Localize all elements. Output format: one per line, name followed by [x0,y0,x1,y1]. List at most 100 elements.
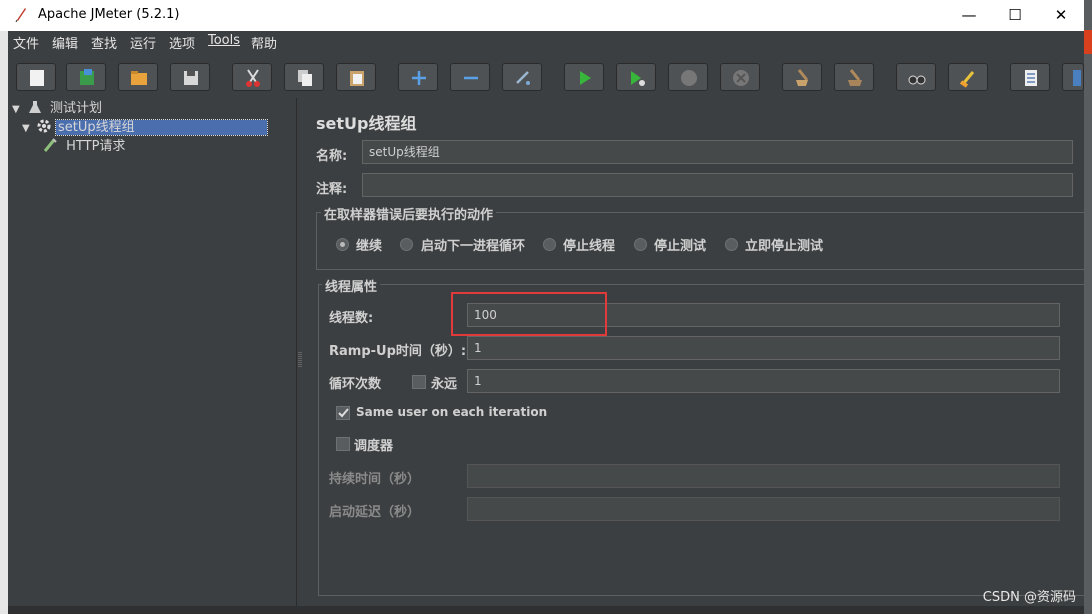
open-icon [131,71,147,85]
radio-stop-thread[interactable] [543,238,556,251]
pipette-icon [43,138,57,152]
search-button[interactable] [896,63,936,91]
background-window-edge [0,31,8,614]
bottom-edge [8,606,1084,614]
panel-title: setUp线程组 [316,114,417,133]
help-button[interactable] [1062,63,1084,91]
reset-search-icon [959,71,975,88]
comment-input[interactable] [362,173,1073,197]
scheduler-label[interactable]: 调度器 [354,435,393,454]
window-title: Apache JMeter (5.2.1) [38,7,180,22]
menu-help[interactable]: 帮助 [251,33,277,52]
tree-node-test-plan[interactable]: ▼ 测试计划 [12,99,102,118]
menu-search[interactable]: 查找 [91,33,117,52]
clear-button[interactable] [782,63,822,91]
shutdown-button[interactable] [720,63,760,91]
radio-continue[interactable] [336,238,349,251]
templates-button[interactable] [66,63,106,91]
clear-all-icon [848,69,862,86]
same-user-checkbox[interactable] [336,406,350,420]
error-action-title: 在取样器错误后要执行的动作 [321,204,497,223]
csdn-watermark: CSDN @资源码 [982,590,1076,605]
expand-icon [412,71,426,85]
scheduler-checkbox[interactable] [336,437,350,451]
menu-edit[interactable]: 编辑 [52,33,78,52]
start-no-pauses-button[interactable] [616,63,656,91]
shutdown-icon [733,70,749,86]
loop-count-label: 循环次数 [329,377,382,392]
startup-delay-label: 启动延迟（秒） [329,505,421,520]
toggle-button[interactable] [502,63,542,91]
rampup-label: Ramp-Up时间（秒）: [329,344,467,359]
open-button[interactable] [118,63,158,91]
search-icon [908,75,926,85]
radio-stop-test-now[interactable] [725,238,738,251]
copy-button[interactable] [284,63,324,91]
cut-button[interactable] [232,63,272,91]
startup-delay-input[interactable] [467,497,1060,521]
clear-all-button[interactable] [834,63,874,91]
thread-group-panel: setUp线程组 名称: setUp线程组 注释: 在取样器错误后要执行的动作 … [305,98,1085,606]
rampup-input[interactable]: 1 [467,336,1060,360]
function-helper-icon [1025,70,1037,86]
background-window-edge-right [1084,0,1092,614]
cut-icon [246,69,260,87]
function-helper-button[interactable] [1010,63,1050,91]
tree-node-setup-thread-group[interactable]: ▼ setUp线程组 [22,118,268,137]
duration-label: 持续时间（秒） [329,472,421,487]
start-icon [580,71,591,85]
save-icon [184,71,198,85]
checkmark-icon [338,408,349,418]
stop-button[interactable] [668,63,708,91]
splitter-grip-icon[interactable] [298,350,303,370]
tree-node-http-request[interactable]: HTTP请求 [42,137,125,156]
comment-label: 注释: [316,182,348,197]
maximize-button[interactable]: ☐ [992,0,1038,31]
radio-stop-thread-label[interactable]: 停止线程 [563,235,615,254]
help-icon [1073,70,1081,86]
collapse-all-button[interactable] [450,63,490,91]
expand-all-button[interactable] [398,63,438,91]
radio-continue-label[interactable]: 继续 [356,235,382,254]
radio-stop-test[interactable] [634,238,647,251]
radio-start-next-loop-label[interactable]: 启动下一进程循环 [421,235,525,254]
name-label: 名称: [316,149,348,164]
copy-icon [298,70,312,86]
expand-arrow-icon[interactable]: ▼ [22,123,30,134]
menu-run[interactable]: 运行 [130,33,156,52]
gear-icon [37,119,51,133]
close-button[interactable]: ✕ [1038,0,1084,31]
radio-stop-test-now-label[interactable]: 立即停止测试 [745,235,823,254]
threads-label: 线程数: [329,311,374,326]
templates-icon [80,69,94,85]
start-button[interactable] [564,63,604,91]
new-button[interactable] [16,63,56,91]
expand-arrow-icon[interactable]: ▼ [12,104,20,115]
save-button[interactable] [170,63,210,91]
toggle-icon [516,71,530,85]
menu-bar: 文件 编辑 查找 运行 选项 Tools 帮助 [8,31,1084,53]
menu-options[interactable]: 选项 [169,33,195,52]
same-user-label[interactable]: Same user on each iteration [356,405,547,419]
test-plan-flask-icon [28,101,41,113]
radio-start-next-loop[interactable] [400,238,413,251]
highlight-annotation-box [451,292,607,336]
forever-label[interactable]: 永远 [431,373,457,392]
radio-stop-test-label[interactable]: 停止测试 [654,235,706,254]
paste-icon [350,71,364,86]
name-input[interactable]: setUp线程组 [362,140,1073,164]
toolbar [8,53,1084,98]
start-no-pause-icon [631,71,645,86]
minimize-button[interactable]: — [946,0,992,31]
new-icon [30,70,44,86]
reset-search-button[interactable] [948,63,988,91]
duration-input[interactable] [467,464,1060,488]
jmeter-feather-icon [15,8,26,23]
forever-checkbox[interactable] [412,375,426,389]
tree-node-label: HTTP请求 [66,139,126,154]
menu-tools[interactable]: Tools [208,33,240,48]
loop-count-input[interactable]: 1 [467,369,1060,393]
window-titlebar: Apache JMeter (5.2.1) — ☐ ✕ [0,0,1084,31]
menu-file[interactable]: 文件 [13,33,39,52]
paste-button[interactable] [336,63,376,91]
